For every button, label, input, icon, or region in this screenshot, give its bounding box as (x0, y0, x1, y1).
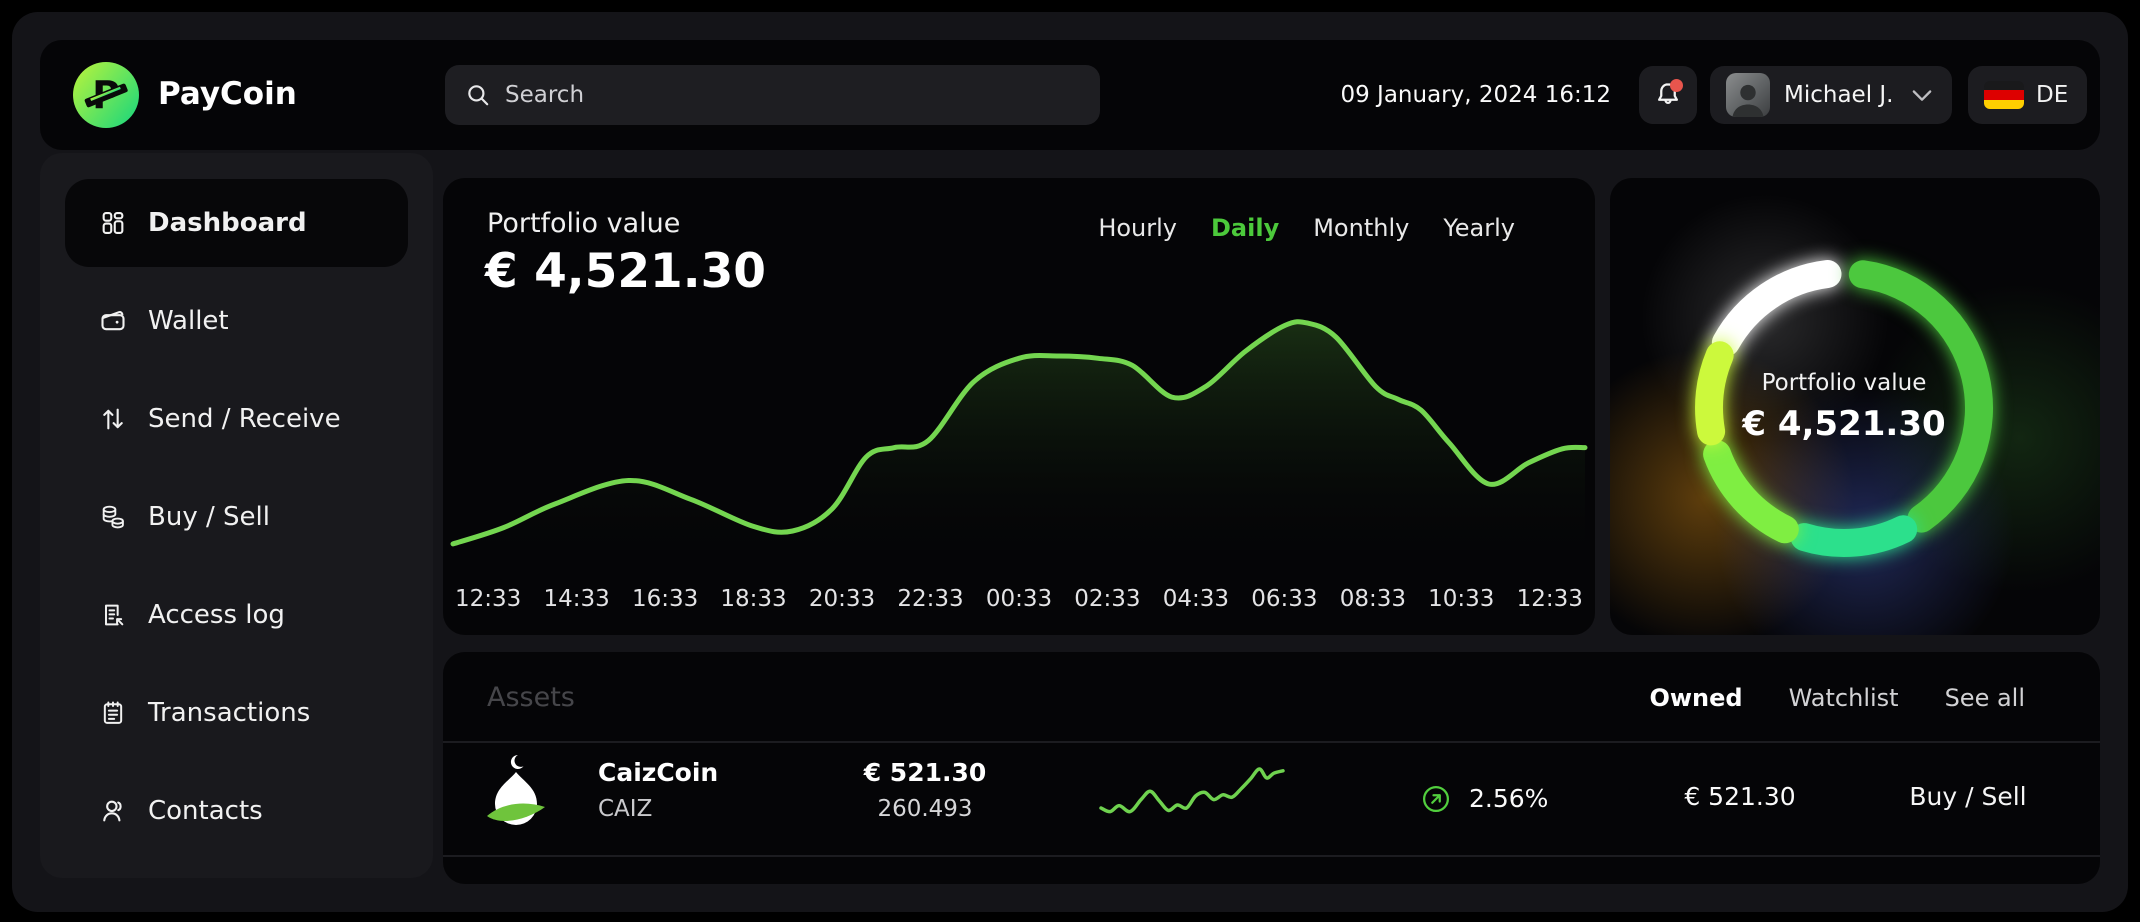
app-window: P PayCoin 09 January, 2024 16:12 (12, 12, 2128, 912)
sidebar-item-access-log[interactable]: Access log (65, 571, 408, 659)
donut-center-text: Portfolio value € 4,521.30 (1610, 178, 2078, 635)
language-selector[interactable]: DE (1968, 66, 2087, 124)
header-bar: P PayCoin 09 January, 2024 16:12 (40, 40, 2100, 150)
dashboard-icon (98, 208, 128, 238)
sidebar-item-dashboard[interactable]: Dashboard (65, 179, 408, 267)
range-tabs: Hourly Daily Monthly Yearly (1098, 214, 1515, 242)
chevron-down-icon (1908, 81, 1936, 109)
flag-de-icon (1984, 81, 2024, 109)
tab-monthly[interactable]: Monthly (1313, 214, 1409, 242)
assets-card: Assets Owned Watchlist See all CaizCoin … (443, 652, 2100, 884)
sidebar-item-contacts[interactable]: Contacts (65, 767, 408, 855)
asset-total-value: € 521.30 (1640, 782, 1840, 811)
sidebar-item-label: Wallet (148, 306, 229, 336)
assets-tabs: Owned Watchlist See all (1649, 684, 2025, 712)
portfolio-label: Portfolio value (487, 208, 680, 239)
notifications-button[interactable] (1639, 66, 1697, 124)
wallet-icon (98, 306, 128, 336)
portfolio-value: € 4,521.30 (485, 244, 766, 299)
caizcoin-icon (485, 752, 547, 840)
access-log-icon (98, 600, 128, 630)
asset-symbol: CAIZ (598, 796, 652, 822)
sidebar-item-label: Transactions (148, 698, 310, 728)
sidebar-item-transactions[interactable]: Transactions (65, 669, 408, 757)
portfolio-donut-card: Portfolio value € 4,521.30 (1610, 178, 2100, 635)
trend-up-icon (1421, 784, 1451, 814)
tab-watchlist[interactable]: Watchlist (1789, 684, 1899, 712)
datetime-label: 09 January, 2024 16:12 (1340, 40, 1611, 150)
asset-change: 2.56% (1421, 742, 1548, 855)
row-divider (443, 855, 2100, 857)
user-name: Michael J. (1784, 82, 1894, 108)
sidebar-item-label: Dashboard (148, 208, 307, 238)
avatar (1726, 73, 1770, 117)
sidebar-item-label: Access log (148, 600, 285, 630)
sidebar-item-label: Buy / Sell (148, 502, 270, 532)
assets-title: Assets (487, 682, 575, 713)
search-icon (465, 82, 491, 108)
asset-name: CaizCoin (598, 758, 718, 787)
portfolio-chart-card: Portfolio value € 4,521.30 Hourly Daily … (443, 178, 1595, 635)
buy-sell-link[interactable]: Buy / Sell (1858, 782, 2078, 811)
sidebar-item-label: Send / Receive (148, 404, 341, 434)
profile-menu[interactable]: Michael J. (1710, 66, 1952, 124)
notification-dot (1670, 79, 1683, 92)
search-box[interactable] (445, 65, 1100, 125)
sidebar-item-label: Contacts (148, 796, 263, 826)
portfolio-line-chart (453, 306, 1585, 574)
asset-amount: 260.493 (835, 796, 1015, 822)
asset-change-value: 2.56% (1469, 784, 1548, 813)
sidebar-item-buy-sell[interactable]: Buy / Sell (65, 473, 408, 561)
donut-label: Portfolio value (1762, 370, 1927, 396)
asset-sparkline (1101, 762, 1283, 832)
x-axis-labels: 12:3314:33 16:3318:33 20:3322:33 00:3302… (447, 586, 1591, 612)
asset-price: € 521.30 (835, 758, 1015, 787)
contacts-icon (98, 796, 128, 826)
search-input[interactable] (505, 82, 1080, 108)
send-receive-icon (98, 404, 128, 434)
language-label: DE (2036, 82, 2068, 108)
sidebar-item-send-receive[interactable]: Send / Receive (65, 375, 408, 463)
paycoin-logo-icon: P (70, 59, 142, 131)
transactions-icon (98, 698, 128, 728)
brand-title: PayCoin (158, 76, 297, 112)
tab-yearly[interactable]: Yearly (1443, 214, 1515, 242)
sidebar-item-wallet[interactable]: Wallet (65, 277, 408, 365)
donut-value: € 4,521.30 (1742, 404, 1945, 444)
tab-daily[interactable]: Daily (1211, 214, 1279, 242)
tab-owned[interactable]: Owned (1649, 684, 1742, 712)
tab-hourly[interactable]: Hourly (1098, 214, 1177, 242)
buy-sell-icon (98, 502, 128, 532)
tab-see-all[interactable]: See all (1945, 684, 2025, 712)
asset-row-caizcoin[interactable]: CaizCoin CAIZ € 521.30 260.493 2.56% € 5… (443, 742, 2100, 855)
sidebar: Dashboard Wallet Send / Receive (40, 153, 433, 878)
